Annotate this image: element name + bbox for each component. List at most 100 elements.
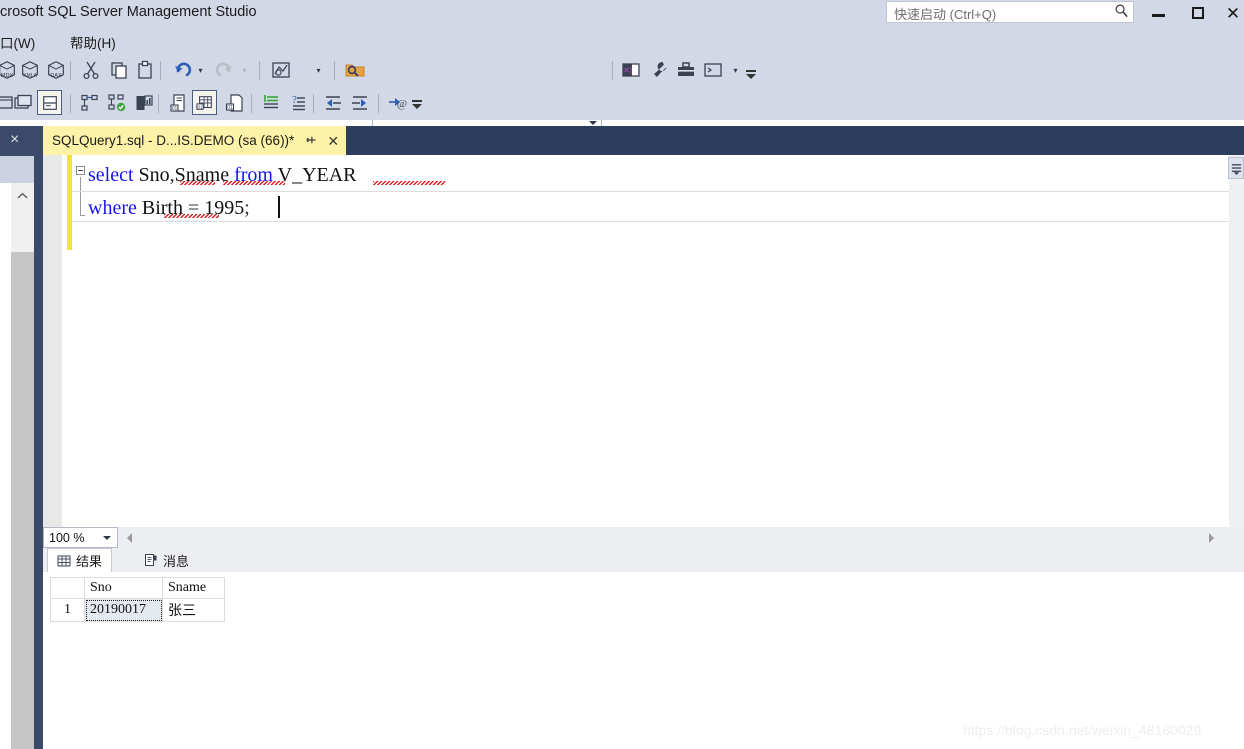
grid-icon [57, 554, 71, 568]
left-dock-tabstrip [0, 156, 34, 183]
search-icon[interactable] [1114, 3, 1129, 18]
toolbox-icon[interactable] [673, 57, 699, 83]
svg-text:?: ? [292, 94, 297, 106]
increase-indent-icon[interactable] [347, 90, 373, 116]
menu-item-window[interactable]: 口(W) [0, 32, 35, 52]
pin-icon[interactable] [304, 134, 317, 147]
tab-results-label: 结果 [76, 554, 103, 569]
column-header-sname[interactable]: Sname [162, 577, 225, 599]
results-to-grid-icon[interactable]: 01 [192, 90, 217, 115]
squiggly-underline-sno [180, 181, 215, 185]
toolbar-separator [70, 61, 71, 80]
results-grid[interactable]: Sno Sname 1 20190017 张三 [50, 577, 225, 622]
hscroll-left-icon[interactable] [122, 530, 136, 545]
editor-indicator-margin [43, 155, 62, 527]
left-dock-close-icon[interactable]: × [10, 132, 19, 148]
redo-icon[interactable] [211, 57, 237, 83]
column-header-sno[interactable]: Sno [84, 577, 163, 599]
execution-plan-icon[interactable] [268, 57, 294, 83]
copy-icon[interactable] [106, 57, 132, 83]
toolbar-overflow-button[interactable] [745, 70, 757, 86]
results-to-text-icon[interactable]: 01 [166, 90, 192, 116]
new-dax-query-icon[interactable]: DAX [43, 57, 69, 83]
close-button[interactable]: ✕ [1222, 0, 1244, 26]
parse-check-icon[interactable] [104, 90, 130, 116]
uncomment-lines-icon[interactable]: ? [285, 90, 311, 116]
maximize-button[interactable] [1180, 0, 1216, 26]
toolbar-separator [158, 94, 159, 113]
svg-text:✕|: ✕| [623, 66, 632, 75]
execution-plan-dropdown-icon[interactable]: ▾ [314, 66, 323, 75]
svg-text:MDX: MDX [1, 73, 14, 79]
redo-dropdown-icon[interactable]: ▾ [240, 66, 249, 75]
sql-identifier-sno: Sno [138, 164, 170, 186]
menu-bar: 口(W) 帮助(H) [0, 28, 1244, 54]
minimize-button[interactable] [1140, 0, 1176, 26]
cell-sno[interactable]: 20190017 [84, 598, 163, 622]
squiggly-underline-vyear [373, 181, 445, 185]
tab-results[interactable]: 结果 [47, 548, 113, 572]
left-dock-scrollbar[interactable] [11, 183, 34, 749]
window-title: crosoft SQL Server Management Studio [0, 4, 257, 20]
menu-item-help[interactable]: 帮助(H) [70, 32, 116, 52]
minimize-icon [1151, 13, 1165, 17]
svg-text:01: 01 [227, 105, 233, 111]
table-row[interactable]: 1 20190017 张三 [50, 598, 225, 622]
title-bar: crosoft SQL Server Management Studio 快速启… [0, 0, 1244, 28]
tab-messages-label: 消息 [163, 553, 190, 569]
decrease-indent-icon[interactable] [320, 90, 346, 116]
connect-icon[interactable] [76, 90, 102, 116]
results-tab-strip: 结果 消息 [43, 548, 1244, 572]
paste-icon[interactable] [132, 57, 158, 83]
toolbar-overflow-button-2[interactable] [411, 100, 423, 116]
svg-text:DAX: DAX [50, 73, 62, 79]
cut-icon[interactable] [78, 57, 104, 83]
toolbar-primary: MDX XMLA DAX ▾ ▾ ▾ ✕| ▾ [0, 54, 1244, 135]
new-xmla-query-icon[interactable]: XMLA [17, 57, 43, 83]
editor-status-bar: 100 % [43, 527, 1244, 548]
toolbar-separator [334, 61, 335, 80]
toolbar-separator [378, 94, 379, 113]
left-dock-scroll-up-icon[interactable] [11, 185, 34, 207]
collapse-outline-icon[interactable] [76, 166, 85, 175]
comment-lines-icon[interactable] [258, 90, 284, 116]
svg-text:@: @ [397, 98, 407, 110]
left-dock-scroll-thumb[interactable] [11, 252, 34, 749]
editor-tab-close-icon[interactable]: ✕ [327, 134, 339, 148]
sql-editor[interactable]: select Sno,Sname from V_YEAR where Birth… [43, 155, 1244, 527]
sql-identifier-vyear: V_YEAR [277, 164, 357, 186]
open-folder-search-icon[interactable] [342, 57, 368, 83]
code-line-2: where Birth = 1995; [88, 192, 250, 225]
editor-right-gutter [1229, 155, 1244, 527]
cell-sname[interactable]: 张三 [162, 598, 225, 622]
zoom-level-combo[interactable]: 100 % [43, 527, 118, 548]
row-index-cell[interactable]: 1 [50, 598, 85, 622]
watermark-text: https://blog.csdn.net/weixin_48180029 [963, 722, 1202, 738]
tab-messages[interactable]: 消息 [135, 548, 198, 572]
squiggly-underline-sname [223, 181, 285, 185]
grid-corner-header[interactable] [50, 577, 85, 599]
results-pane: 结果 消息 Sno Sname 1 20190017 张三 [43, 548, 1244, 749]
multiple-windows-icon[interactable] [10, 90, 36, 116]
editor-tab-title: SQLQuery1.sql - D...IS.DEMO (sa (66))* [52, 133, 295, 148]
quick-launch-box[interactable]: 快速启动 (Ctrl+Q) [886, 1, 1134, 23]
results-to-file-icon[interactable]: 01 [222, 90, 248, 116]
wrench-icon[interactable] [646, 57, 672, 83]
editor-tab-sqlquery1[interactable]: SQLQuery1.sql - D...IS.DEMO (sa (66))* ✕ [43, 126, 347, 155]
console-dropdown-icon[interactable]: ▾ [731, 66, 740, 75]
toolbar-separator [251, 94, 252, 113]
undo-dropdown-icon[interactable]: ▾ [196, 66, 205, 75]
svg-text:01: 01 [197, 104, 203, 109]
maximize-icon [1192, 7, 1204, 19]
toolbar-separator [313, 94, 314, 113]
quick-launch-placeholder: 快速启动 (Ctrl+Q) [894, 7, 997, 22]
undo-icon[interactable] [170, 57, 196, 83]
toolbox-vs-icon[interactable]: ✕| [618, 57, 644, 83]
editor-gutter-menu-icon[interactable] [1228, 157, 1244, 179]
database-report-icon[interactable] [131, 90, 157, 116]
specify-values-icon[interactable]: @ [384, 90, 410, 116]
svg-text:XMLA: XMLA [23, 73, 37, 79]
console-icon[interactable] [700, 57, 726, 83]
split-window-icon[interactable] [37, 90, 62, 115]
hscroll-right-icon[interactable] [1204, 530, 1218, 545]
